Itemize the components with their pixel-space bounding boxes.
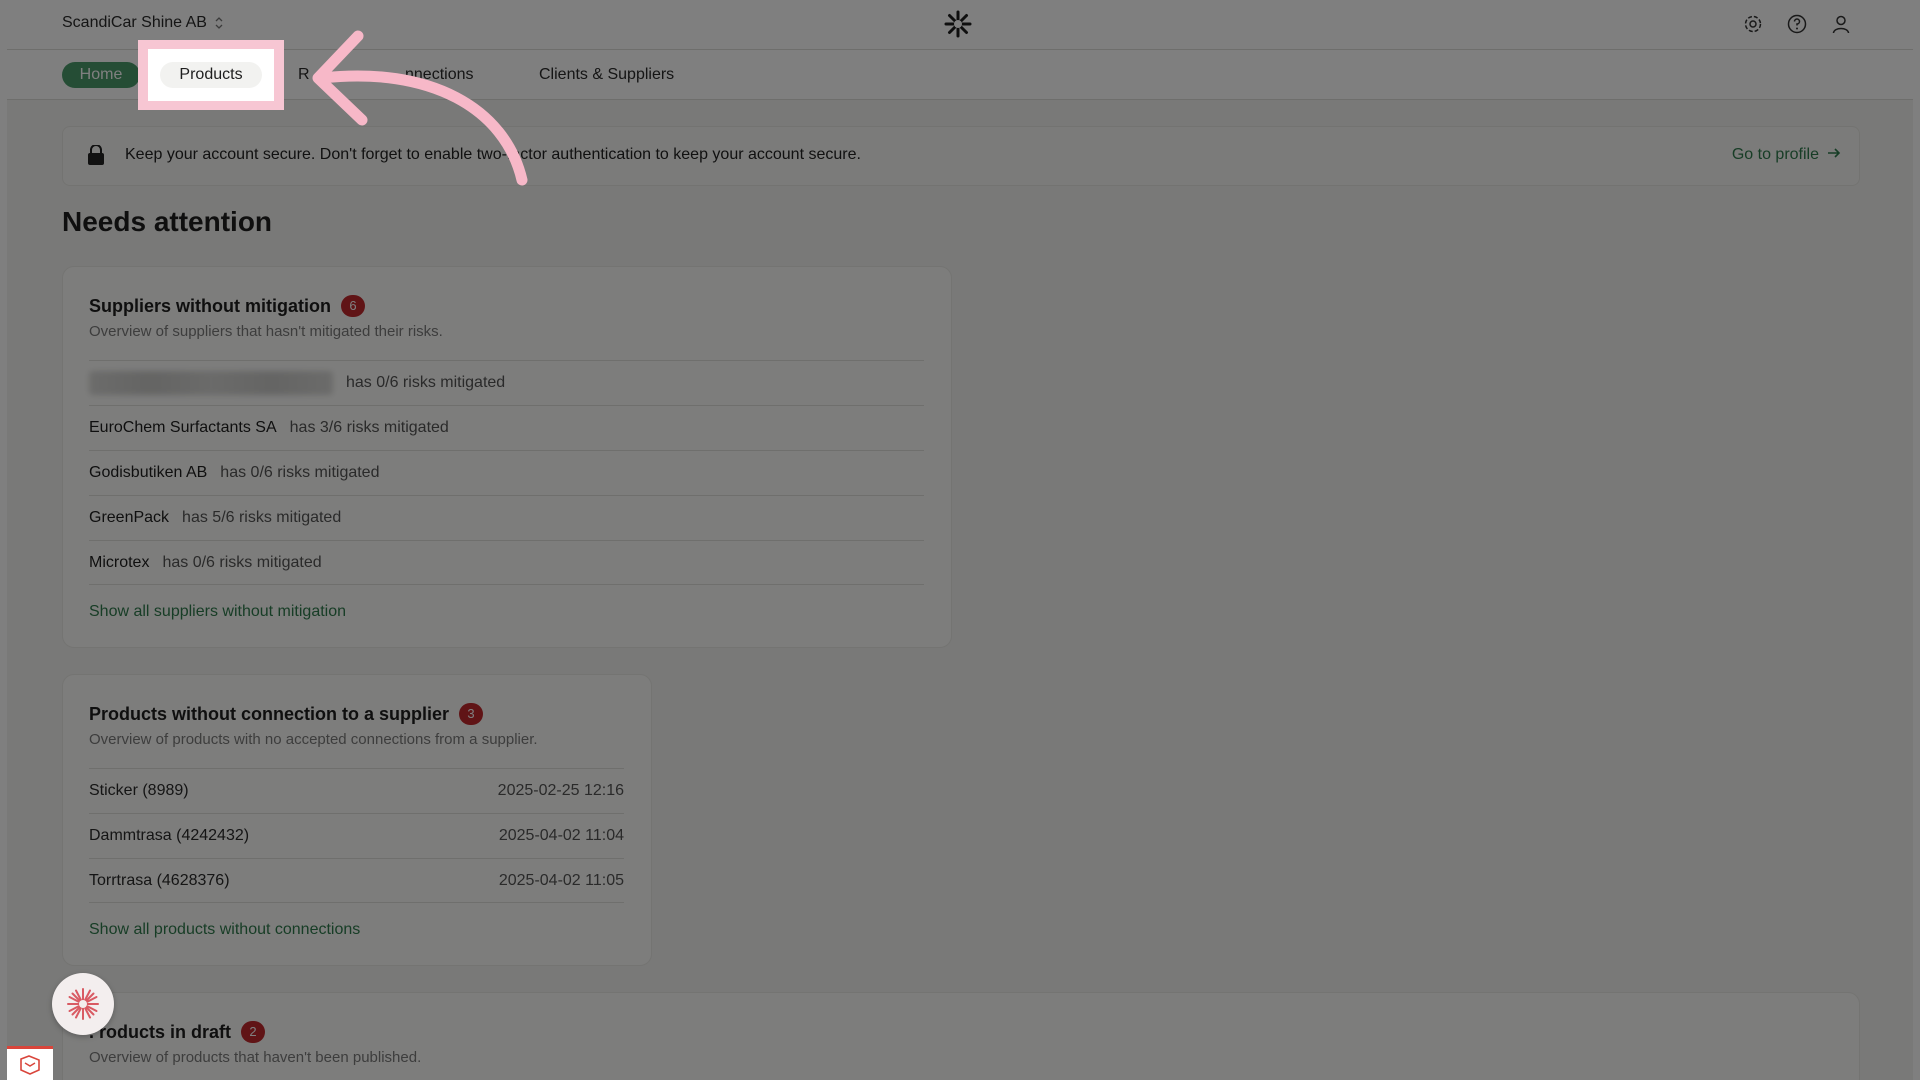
product-name: Dammtrasa (4242432) xyxy=(89,827,250,844)
tab-clients-suppliers[interactable]: Clients & Suppliers xyxy=(539,62,674,88)
risk-status: has 3/6 risks mitigated xyxy=(289,419,449,436)
count-badge: 6 xyxy=(341,295,365,317)
lock-icon xyxy=(87,144,105,170)
gear-icon[interactable] xyxy=(1741,12,1765,36)
products-list: Sticker (8989) 2025-02-25 12:16 Dammtras… xyxy=(89,768,624,903)
help-icon[interactable] xyxy=(1785,12,1809,36)
app-window: ScandiCar Shine AB Home R nnections Clie… xyxy=(7,0,1913,1080)
products-title-text: Products without connection to a supplie… xyxy=(89,703,450,724)
list-item[interactable]: EuroChem Surfactants SA has 3/6 risks mi… xyxy=(89,405,924,450)
list-item[interactable]: GreenPack has 5/6 risks mitigated xyxy=(89,495,924,540)
suppliers-card-title: Suppliers without mitigation 6 xyxy=(89,295,365,317)
tab-products[interactable]: Products xyxy=(160,62,262,88)
redacted-supplier-name xyxy=(89,371,333,395)
go-to-profile-link[interactable]: Go to profile xyxy=(1732,146,1841,164)
product-date: 2025-04-02 11:04 xyxy=(498,827,624,844)
suppliers-title-text: Suppliers without mitigation xyxy=(89,295,331,316)
suppliers-card: Suppliers without mitigation 6 Overview … xyxy=(62,266,952,648)
assistant-launcher-icon[interactable] xyxy=(52,973,114,1035)
draft-title-text: . roducts in draft xyxy=(89,1021,232,1042)
count-badge: 3 xyxy=(459,703,484,725)
list-item[interactable]: Sticker (8989) 2025-02-25 12:16 xyxy=(89,768,624,813)
arrow-right-icon xyxy=(1827,146,1841,164)
products-subtitle: Overview of products with no accepted co… xyxy=(89,731,538,748)
supplier-name: EuroChem Surfactants SA xyxy=(89,419,277,436)
risk-status: has 0/6 risks mitigated xyxy=(162,553,322,571)
products-card: Products without connection to a supplie… xyxy=(62,674,652,966)
draft-subtitle: Overview of products that haven't been p… xyxy=(89,1049,422,1066)
product-date: 2025-04-02 11:05 xyxy=(498,871,624,889)
suppliers-list: has 0/6 risks mitigated EuroChem Surfact… xyxy=(89,360,924,585)
risk-status: has 0/6 risks mitigated xyxy=(346,374,506,391)
list-item[interactable]: Godisbutiken AB has 0/6 risks mitigated xyxy=(89,450,924,495)
draft-card-title: . roducts in draft 2 xyxy=(89,1021,266,1043)
top-bar: ScandiCar Shine AB xyxy=(7,0,1913,50)
count-badge: 2 xyxy=(241,1021,266,1043)
org-name: ScandiCar Shine AB xyxy=(62,14,207,31)
chevron-updown-icon xyxy=(215,17,223,29)
list-item[interactable]: Dammtrasa (4242432) 2025-04-02 11:04 xyxy=(89,813,624,858)
page-title: Needs attention xyxy=(62,206,273,237)
org-switcher[interactable]: ScandiCar Shine AB xyxy=(62,14,223,32)
products-card-title: Products without connection to a supplie… xyxy=(89,703,484,725)
user-icon[interactable] xyxy=(1829,12,1853,36)
show-all-products-link[interactable]: Show all products without connections xyxy=(89,921,360,939)
product-name: Torrtrasa (4628376) xyxy=(89,871,230,889)
tab-connections[interactable]: nnections xyxy=(405,62,474,88)
brand-logo-icon[interactable] xyxy=(944,10,972,38)
suppliers-subtitle: Overview of suppliers that hasn't mitiga… xyxy=(89,323,443,340)
tab-home[interactable]: Home xyxy=(62,62,140,88)
security-banner: Keep your account secure. Don't forget t… xyxy=(62,126,1860,186)
show-all-suppliers-link[interactable]: Show all suppliers without mitigation xyxy=(89,603,346,621)
list-item[interactable]: has 0/6 risks mitigated xyxy=(89,360,924,405)
banner-message: Keep your account secure. Don't forget t… xyxy=(125,146,861,163)
list-item[interactable]: Torrtrasa (4628376) 2025-04-02 11:05 xyxy=(89,858,624,903)
risk-status: has 5/6 risks mitigated xyxy=(182,509,342,526)
main-nav: Home Products R nnections Clients & Supp… xyxy=(7,50,1913,100)
go-to-profile-label: Go to profile xyxy=(1731,146,1819,163)
supplier-name: GreenPack xyxy=(89,509,170,526)
top-icons xyxy=(1741,12,1853,36)
draft-products-card: . roducts in draft 2 Overview of product… xyxy=(62,992,1860,1080)
supplier-name: Microtex xyxy=(89,553,150,571)
list-item[interactable]: Microtex has 0/6 risks mitigated xyxy=(89,540,924,585)
tab-r-partial[interactable]: R xyxy=(298,62,310,88)
product-name: Sticker (8989) xyxy=(89,782,189,799)
supplier-name: Godisbutiken AB xyxy=(89,464,208,481)
risk-status: has 0/6 risks mitigated xyxy=(220,464,380,481)
product-date: 2025-02-25 12:16 xyxy=(497,782,624,799)
debug-toolbar-icon[interactable] xyxy=(7,1046,53,1080)
